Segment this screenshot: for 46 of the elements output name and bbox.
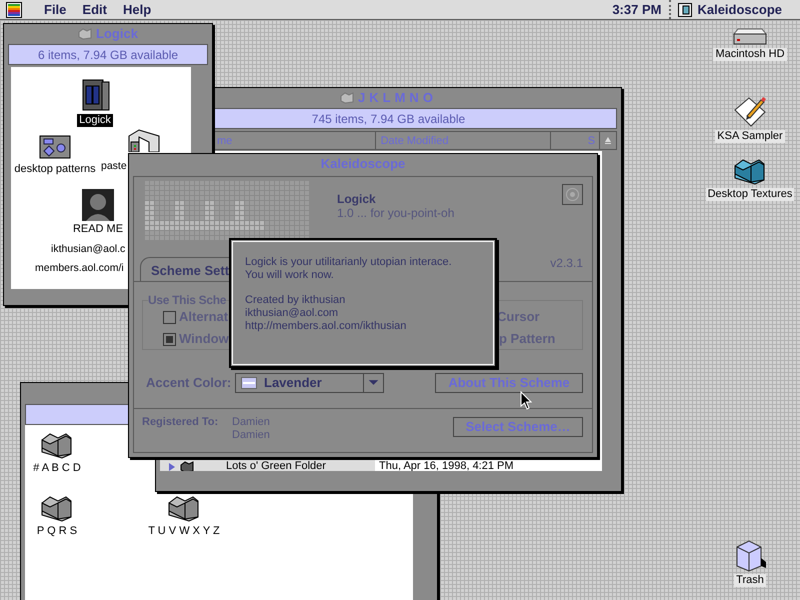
icon-label[interactable]: READ ME <box>70 223 126 236</box>
dialog-text: Created by ikthusian <box>245 294 346 307</box>
info-bar: 6 items, 7.94 GB available <box>8 44 208 65</box>
dialog-text: http://members.aol.com/ikthusian <box>245 320 408 333</box>
icon-label[interactable]: ikthusian@aol.c <box>49 243 128 256</box>
scheme-name: Logick <box>337 192 377 206</box>
server-icon[interactable] <box>128 128 160 152</box>
folder-label[interactable]: # A B C D <box>31 462 83 475</box>
app-menu[interactable]: Kaleidoscope <box>697 0 782 20</box>
disclosure-triangle-icon[interactable] <box>168 462 176 471</box>
dialog-text: You will work now. <box>245 269 335 282</box>
icon-label[interactable]: KSA Sampler <box>715 130 785 143</box>
checkbox[interactable] <box>163 310 176 324</box>
menu-title[interactable]: Help <box>114 0 160 20</box>
hard-disk-icon[interactable] <box>730 28 770 46</box>
blocks-icon <box>340 92 354 104</box>
window-title: Logick <box>96 25 138 44</box>
swatch-icon <box>241 377 257 389</box>
icon-label[interactable]: desktop patterns <box>12 163 98 176</box>
menu-title[interactable]: File <box>36 0 74 20</box>
icon-label[interactable]: Macintosh HD <box>713 48 787 61</box>
help-button[interactable] <box>562 184 583 205</box>
checkbox[interactable] <box>163 332 176 346</box>
folder-label[interactable]: P Q R S <box>34 525 80 538</box>
blocks-icon <box>78 28 92 40</box>
dialog-text: ikthusian@aol.com <box>245 307 340 320</box>
icon-label[interactable]: paste <box>99 160 129 173</box>
item-count: 745 items, 7.94 GB available <box>312 112 466 126</box>
icon-label[interactable]: members.aol.com/i <box>33 262 126 275</box>
window-title: JKLMNO <box>358 89 437 108</box>
date-modified: Thu, Apr 16, 1998, 4:21 PM <box>378 460 515 471</box>
document-pencil-icon[interactable] <box>733 94 767 128</box>
mouse-pointer-icon <box>520 391 532 410</box>
folder-label[interactable]: T U V W X Y Z <box>146 525 222 538</box>
icon-label[interactable]: Logick <box>77 114 113 127</box>
app-window-icon[interactable] <box>677 2 694 18</box>
window-title: Kaleidoscope <box>320 155 406 174</box>
clock[interactable]: 3:37 PM <box>604 0 672 20</box>
file-name: Lots o' Green Folder <box>225 460 327 471</box>
menu-title[interactable]: Edit <box>74 0 115 20</box>
person-silhouette-icon[interactable] <box>82 189 114 221</box>
shapes-card-icon[interactable] <box>39 135 71 161</box>
icon-label[interactable]: Desktop Textures <box>706 188 794 201</box>
dialog-text: Logick is your utilitarianly utopian interace. <box>245 256 453 269</box>
striped-square-icon[interactable] <box>6 2 22 18</box>
icon-label[interactable]: Trash <box>734 574 766 587</box>
